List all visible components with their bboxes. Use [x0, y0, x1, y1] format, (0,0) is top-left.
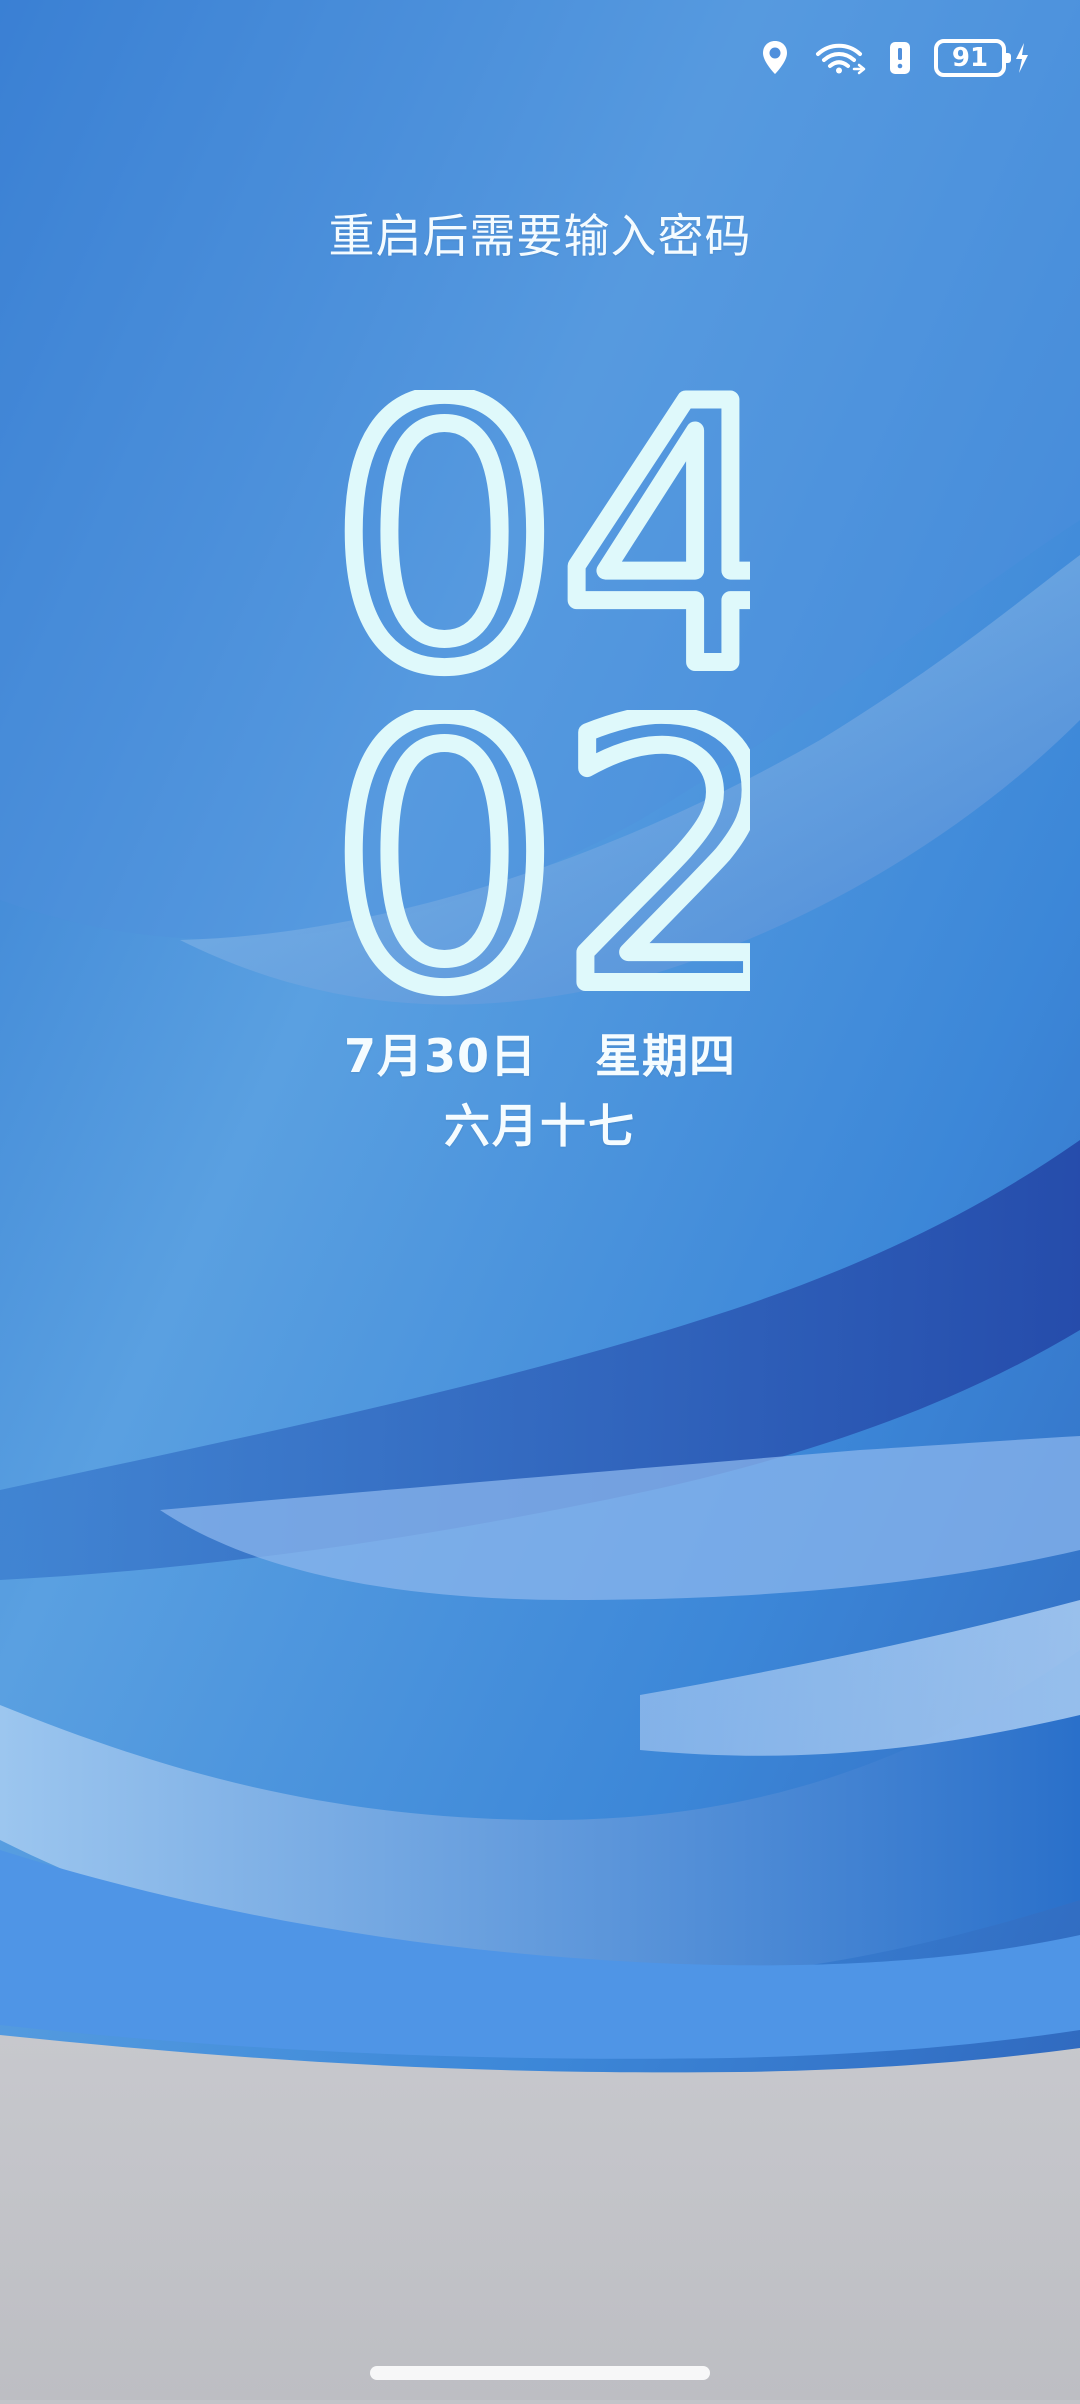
battery-icon: 91 [934, 39, 1011, 77]
home-indicator[interactable] [370, 2366, 710, 2380]
date-weekday: 星期四 [595, 1029, 737, 1083]
lockscreen-wallpaper [0, 0, 1080, 2400]
battery-level: 91 [951, 43, 989, 73]
clock-minutes-text: 02 [330, 710, 750, 1010]
battery-indicator: 91 [934, 39, 1032, 77]
location-icon [760, 39, 790, 77]
date-line: 7月30日 星期四 [0, 1020, 1080, 1086]
date-day: 7月30日 [343, 1029, 537, 1083]
charging-icon [1012, 41, 1032, 75]
clock-minutes: 02 [321, 639, 797, 1076]
lockscreen-clock: 04 02 [321, 319, 797, 1076]
alert-icon [888, 40, 912, 76]
wifi-icon [812, 39, 866, 77]
restart-password-hint: 重启后需要输入密码 [328, 209, 752, 263]
status-bar: 91 [760, 36, 1032, 80]
clock-hours: 04 [321, 319, 797, 756]
lunar-date: 六月十七 [444, 1099, 636, 1153]
clock-hours-text: 04 [330, 390, 750, 690]
